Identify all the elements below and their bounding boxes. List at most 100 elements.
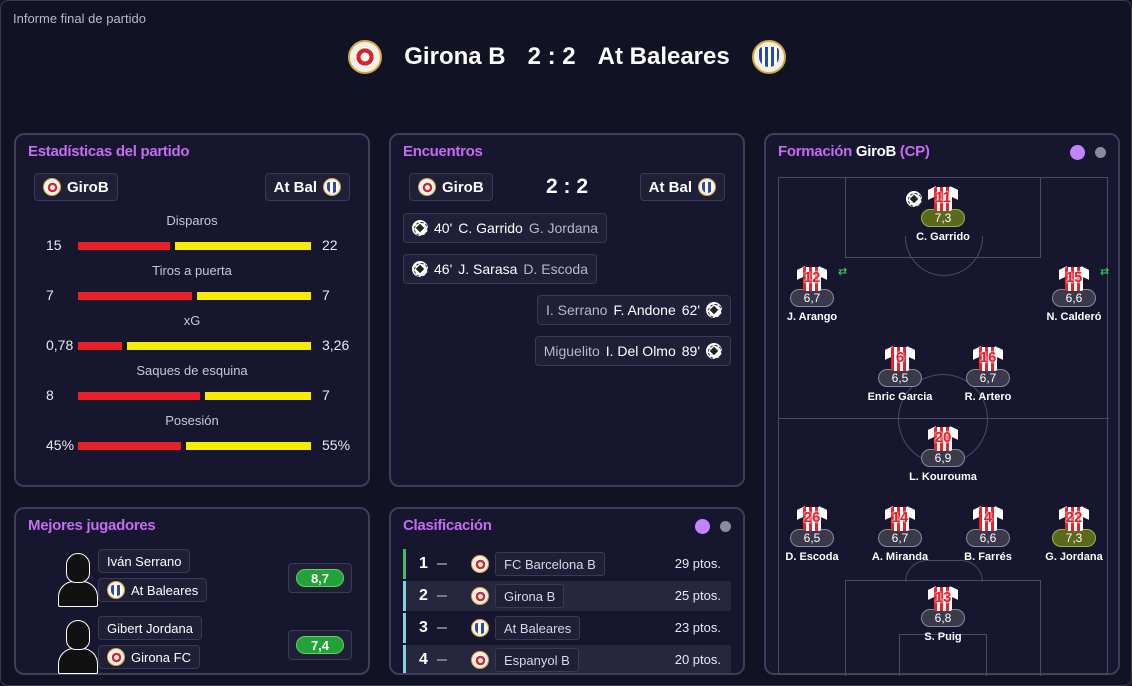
stats-away-chip[interactable]: At Bal: [264, 173, 350, 201]
team-crest-icon: [471, 619, 489, 637]
standings-team-name: FC Barcelona B: [504, 556, 596, 572]
standings-row[interactable]: 1 FC Barcelona B 29 ptos.: [403, 549, 731, 579]
player-team-chip[interactable]: At Baleares: [98, 578, 208, 602]
ball-icon: [706, 343, 722, 359]
player-rating: 7,3: [921, 209, 965, 227]
goal-event[interactable]: I. Serrano F. Andone 62': [536, 295, 731, 325]
stat-row: 77: [16, 285, 368, 305]
goal-scorer: C. Garrido: [458, 220, 523, 236]
player-rating: 6,9: [921, 449, 965, 467]
shirt-number: 11: [935, 189, 951, 206]
stat-away-value: 22: [322, 237, 338, 253]
stat-label: Saques de esquina: [136, 363, 248, 378]
team-crest-icon: [471, 555, 489, 573]
player-rating: 6,5: [790, 529, 834, 547]
avatar: [58, 549, 98, 609]
stats-away-label: At Bal: [273, 178, 317, 196]
baleares-crest-icon: [323, 178, 341, 196]
goal-event[interactable]: Miguelito I. Del Olmo 89': [534, 336, 731, 366]
player-rating: 6,7: [790, 289, 834, 307]
player-name-chip[interactable]: Gibert Jordana: [98, 616, 202, 640]
player-name: D. Escoda: [785, 551, 839, 563]
shirt-icon: 16: [973, 345, 1003, 371]
standings-team[interactable]: Girona B: [495, 584, 565, 608]
match-score: 2 : 2: [527, 43, 576, 70]
standings-team-name: Espanyol B: [504, 652, 570, 668]
player-marker[interactable]: 22 7,3 G. Jordana: [1034, 505, 1114, 563]
standings-panel: Clasificación 1 FC Barcelona B 29 ptos. 2 Gi…: [389, 507, 745, 675]
stats-home-label: GiroB: [67, 178, 109, 196]
standings-row[interactable]: 2 Girona B 25 ptos.: [403, 581, 731, 611]
stat-home-value: 15: [46, 237, 62, 253]
player-rating: 6,7: [966, 369, 1010, 387]
player-rating: 6,7: [878, 529, 922, 547]
player-name: B. Farrés: [964, 551, 1012, 563]
player-marker[interactable]: 16 6,7 R. Artero: [948, 345, 1028, 403]
standings-team[interactable]: FC Barcelona B: [495, 552, 605, 576]
window-title: Informe final de partido: [13, 11, 146, 26]
shirt-number: 14: [891, 509, 909, 526]
player-name: R. Artero: [964, 391, 1012, 403]
ball-icon: [412, 261, 428, 277]
page-dot-inactive[interactable]: [1095, 147, 1106, 158]
stat-away-bar: [186, 442, 311, 450]
stats-panel: Estadísticas del partido GiroB At Bal Di…: [14, 133, 370, 487]
page-dot-inactive[interactable]: [720, 521, 731, 532]
stat-label: Posesión: [165, 413, 219, 428]
stat-away-value: 3,26: [322, 337, 350, 353]
standings-points: 20 ptos.: [674, 652, 721, 667]
standings-team-name: At Baleares: [504, 620, 572, 636]
page-dot-active[interactable]: [695, 519, 710, 534]
stat-away-bar: [197, 292, 311, 300]
goal-assist: G. Jordana: [528, 220, 599, 236]
best-players-title: Mejores jugadores: [28, 517, 156, 534]
standings-row[interactable]: 3 At Baleares 23 ptos.: [403, 613, 731, 643]
standings-team[interactable]: Espanyol B: [495, 648, 579, 672]
stat-row: 45% 55%: [16, 435, 368, 455]
goal-event[interactable]: 40' C. Garrido G. Jordana: [403, 213, 608, 243]
shirt-icon: 26: [797, 505, 827, 531]
player-team-chip[interactable]: Girona FC: [98, 645, 200, 669]
best-player-rating: 8,7: [296, 569, 344, 587]
formation-title-team: GiroB: [855, 143, 897, 160]
page-dot-active[interactable]: [1070, 145, 1085, 160]
team-crest-icon: [471, 587, 489, 605]
player-rating: 7,3: [1052, 529, 1096, 547]
standings-points: 29 ptos.: [674, 556, 721, 571]
player-marker[interactable]: 14 6,7 A. Miranda: [860, 505, 940, 563]
shirt-number: 22: [1065, 509, 1083, 526]
stat-home-bar: [78, 342, 122, 350]
standings-accent: [403, 613, 406, 643]
player-marker[interactable]: 13 6,8 S. Puig: [903, 585, 983, 643]
stat-home-value: 7: [46, 287, 54, 303]
player-name-chip[interactable]: Iván Serrano: [98, 549, 191, 573]
encounters-away-chip[interactable]: At Bal: [639, 173, 725, 201]
player-rating: 6,8: [921, 609, 965, 627]
shirt-icon: 4: [973, 505, 1003, 531]
page-dots: [1070, 145, 1106, 160]
standings-team[interactable]: At Baleares: [495, 616, 581, 640]
best-player-row[interactable]: Gibert Jordana Girona FC 7,4: [28, 616, 352, 676]
best-player-row[interactable]: Iván Serrano At Baleares 8,7: [28, 549, 352, 609]
stat-home-bar: [78, 442, 181, 450]
stat-row: 15 22: [16, 235, 368, 255]
stats-home-chip[interactable]: GiroB: [34, 173, 118, 201]
shirt-icon: 14: [885, 505, 915, 531]
goal-minute: 89': [681, 343, 700, 359]
stat-label: xG: [183, 313, 201, 328]
standings-points: 25 ptos.: [674, 588, 721, 603]
player-marker[interactable]: 20 6,9 L. Kourouma: [903, 425, 983, 483]
formation-title-suffix: (CP): [899, 143, 930, 160]
player-marker[interactable]: 6 6,5 Enric Garcia: [860, 345, 940, 403]
goal-event[interactable]: 46' J. Sarasa D. Escoda: [403, 254, 597, 284]
goal-scorer: J. Sarasa: [458, 261, 518, 277]
stat-row: 0,78 3,26: [16, 335, 368, 355]
player-marker[interactable]: 26 6,5 D. Escoda: [772, 505, 852, 563]
standings-row[interactable]: 4 Espanyol B 20 ptos.: [403, 645, 731, 673]
trend-neutral-icon: [437, 595, 447, 597]
standings-position: 4: [419, 651, 428, 668]
shirt-number: 20: [934, 429, 952, 446]
player-marker[interactable]: 4 6,6 B. Farrés: [948, 505, 1028, 563]
shirt-number: 15: [1065, 269, 1083, 286]
stat-home-bar: [78, 292, 192, 300]
